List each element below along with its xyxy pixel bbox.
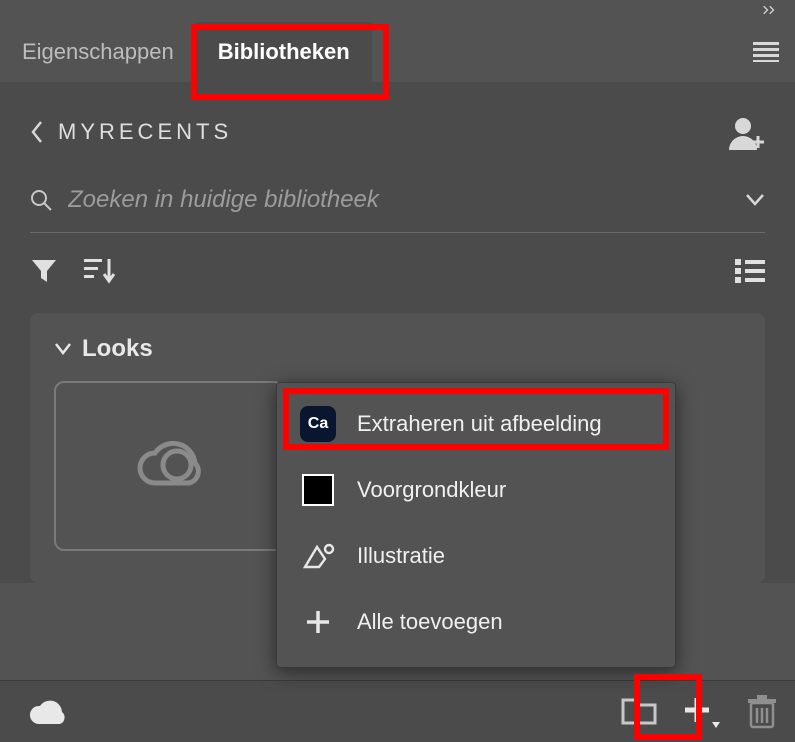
- group-toggle-looks[interactable]: Looks: [54, 335, 741, 363]
- hamburger-icon: [753, 42, 779, 62]
- cloud-icon: [26, 698, 66, 726]
- search-scope-dropdown[interactable]: [745, 193, 765, 207]
- search-icon: [30, 189, 52, 211]
- library-search-input[interactable]: [68, 186, 729, 214]
- view-mode-toggle[interactable]: [735, 258, 765, 284]
- menu-item-label: Illustratie: [357, 543, 445, 569]
- library-footer: [0, 680, 795, 742]
- library-name-label: MYRECENTS: [58, 119, 232, 145]
- menu-item-label: Alle toevoegen: [357, 609, 503, 635]
- panel-collapse-strip[interactable]: [0, 0, 795, 22]
- library-back-nav[interactable]: MYRECENTS: [30, 119, 232, 145]
- list-view-icon: [735, 258, 765, 284]
- graphic-icon: [299, 537, 337, 575]
- person-add-icon: [725, 112, 765, 152]
- library-header-row: MYRECENTS: [30, 112, 765, 152]
- collapse-chevrons-icon: [763, 2, 781, 20]
- menu-item-foreground-color[interactable]: Voorgrondkleur: [285, 457, 667, 523]
- sort-icon: [84, 257, 116, 285]
- menu-item-label: Voorgrondkleur: [357, 477, 506, 503]
- chevron-left-icon: [30, 120, 44, 144]
- add-content-menu: Ca Extraheren uit afbeelding Voorgrondkl…: [276, 382, 676, 668]
- creative-cloud-icon: [133, 441, 205, 491]
- folder-icon: [621, 697, 657, 727]
- add-content-button[interactable]: [675, 688, 729, 736]
- trash-icon: [747, 695, 777, 729]
- tab-properties-label: Eigenschappen: [22, 39, 174, 65]
- chevron-down-icon: [54, 342, 72, 356]
- panel-tab-bar: Eigenschappen Bibliotheken: [0, 22, 795, 82]
- tab-properties[interactable]: Eigenschappen: [0, 22, 196, 82]
- filter-button[interactable]: [30, 258, 58, 284]
- invite-collaborators-button[interactable]: [725, 112, 765, 152]
- plus-dropdown-icon: [683, 694, 721, 730]
- menu-item-add-all[interactable]: Alle toevoegen: [285, 589, 667, 655]
- adobe-capture-icon: Ca: [299, 405, 337, 443]
- sync-status-button[interactable]: [26, 698, 66, 726]
- menu-item-extract-from-image[interactable]: Ca Extraheren uit afbeelding: [285, 391, 667, 457]
- library-toolbar-row: [30, 257, 765, 313]
- plus-icon: [299, 603, 337, 641]
- library-item-thumbnail[interactable]: [54, 381, 284, 551]
- menu-item-graphic[interactable]: Illustratie: [285, 523, 667, 589]
- library-import-button[interactable]: [621, 697, 657, 727]
- tab-libraries[interactable]: Bibliotheken: [196, 22, 372, 82]
- funnel-icon: [30, 258, 58, 284]
- color-swatch-icon: [299, 471, 337, 509]
- library-search-row: [30, 186, 765, 233]
- delete-button[interactable]: [747, 695, 777, 729]
- panel-menu-button[interactable]: [753, 42, 779, 62]
- tab-libraries-label: Bibliotheken: [218, 39, 350, 65]
- menu-item-label: Extraheren uit afbeelding: [357, 411, 602, 437]
- group-title-label: Looks: [82, 335, 153, 363]
- sort-button[interactable]: [84, 257, 116, 285]
- chevron-down-icon: [745, 193, 765, 207]
